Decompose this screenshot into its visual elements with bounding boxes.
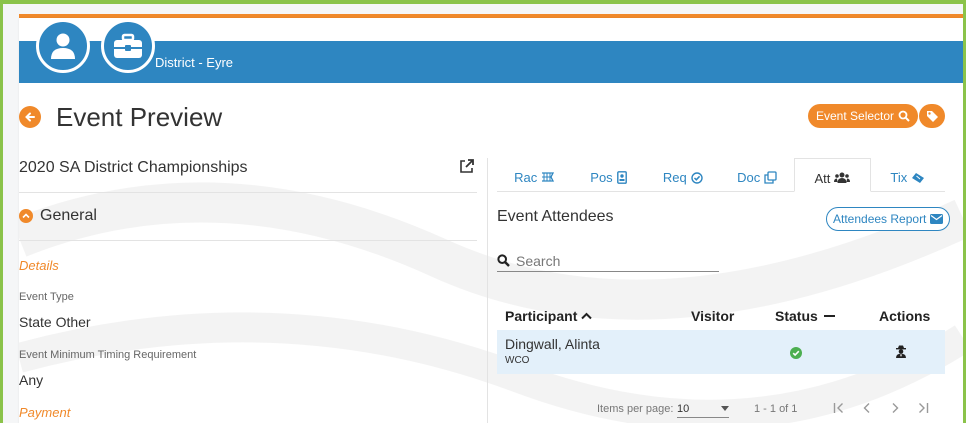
- column-participant[interactable]: Participant: [505, 308, 593, 324]
- users-icon: [834, 172, 851, 183]
- table-row[interactable]: Dingwall, Alinta WCO: [497, 330, 945, 374]
- main-panel: District - Eyre Event Preview Event Sele…: [19, 18, 963, 423]
- paginator: Items per page: 10 1 - 1 of 1: [497, 398, 945, 422]
- search-icon: [898, 110, 910, 122]
- briefcase-icon: [114, 33, 142, 58]
- column-visitor[interactable]: Visitor: [691, 308, 734, 324]
- page-title: Event Preview: [56, 102, 223, 132]
- user-icon: [51, 33, 75, 59]
- tag-button[interactable]: [919, 104, 945, 128]
- chevron-up-icon[interactable]: [19, 209, 33, 223]
- tab-requirements[interactable]: Req: [646, 158, 720, 191]
- envelope-icon: [930, 214, 944, 224]
- search-icon: [497, 254, 510, 267]
- app-frame: District - Eyre Event Preview Event Sele…: [0, 0, 966, 423]
- tab-races[interactable]: Rac: [497, 158, 571, 191]
- section-general-toggle[interactable]: General: [40, 207, 97, 225]
- participant-club: WCO: [505, 355, 530, 366]
- tab-tickets[interactable]: Tix: [871, 158, 945, 191]
- items-per-page-label: Items per page:: [597, 403, 674, 415]
- status-check-icon: [790, 346, 802, 364]
- next-page-icon[interactable]: [889, 402, 901, 417]
- divider: [19, 240, 477, 241]
- external-link-button[interactable]: [459, 158, 475, 179]
- field-label-event-type: Event Type: [19, 291, 74, 303]
- attendees-title: Event Attendees: [497, 208, 614, 225]
- tab-positions[interactable]: Pos: [571, 158, 645, 191]
- attendees-report-button[interactable]: Attendees Report: [826, 207, 951, 231]
- event-name: 2020 SA District Championships: [19, 159, 248, 176]
- column-status[interactable]: Status: [775, 308, 835, 324]
- event-tabs: Rac Pos Req Doc Att Tix: [497, 158, 945, 192]
- checkered-flag-icon: [542, 172, 555, 182]
- field-label-timing: Event Minimum Timing Requirement: [19, 349, 197, 361]
- tag-icon: [926, 110, 938, 122]
- arrow-left-icon: [25, 112, 35, 122]
- attendees-report-label: Attendees Report: [833, 212, 927, 226]
- details-heading: Details: [19, 258, 59, 273]
- user-avatar-button[interactable]: [36, 19, 90, 73]
- payment-heading: Payment: [19, 405, 71, 420]
- search-field: [497, 250, 719, 272]
- external-link-icon: [460, 159, 474, 173]
- user-secret-icon[interactable]: [895, 345, 907, 363]
- id-badge-icon: [616, 171, 627, 184]
- first-page-icon[interactable]: [833, 402, 845, 417]
- items-per-page-select[interactable]: 10: [677, 400, 729, 418]
- divider: [19, 192, 477, 193]
- last-page-icon[interactable]: [917, 402, 929, 417]
- check-circle-icon: [691, 171, 703, 184]
- tab-documents[interactable]: Doc: [720, 158, 794, 191]
- back-button[interactable]: [19, 106, 41, 128]
- tab-attendees[interactable]: Att: [794, 158, 871, 192]
- minus-icon: [823, 315, 835, 317]
- field-value-timing: Any: [19, 372, 44, 388]
- district-label: District - Eyre: [155, 55, 233, 70]
- sort-up-icon: [581, 312, 593, 320]
- organisation-button[interactable]: [101, 19, 155, 73]
- page-range: 1 - 1 of 1: [754, 403, 798, 415]
- top-accent-stripe: [3, 0, 963, 4]
- participant-name: Dingwall, Alinta: [505, 336, 600, 352]
- column-actions: Actions: [879, 308, 931, 324]
- search-input[interactable]: [516, 252, 706, 269]
- event-selector-label: Event Selector: [816, 109, 895, 123]
- column-separator: [487, 158, 488, 423]
- ticket-icon: [912, 172, 925, 183]
- previous-page-icon[interactable]: [861, 402, 873, 417]
- event-selector-button[interactable]: Event Selector: [808, 104, 919, 128]
- caret-down-icon: [721, 406, 729, 411]
- attendees-table-header: Participant Visitor Status Actions: [497, 302, 945, 330]
- field-value-event-type: State Other: [19, 314, 91, 330]
- copy-docs-icon: [764, 171, 777, 184]
